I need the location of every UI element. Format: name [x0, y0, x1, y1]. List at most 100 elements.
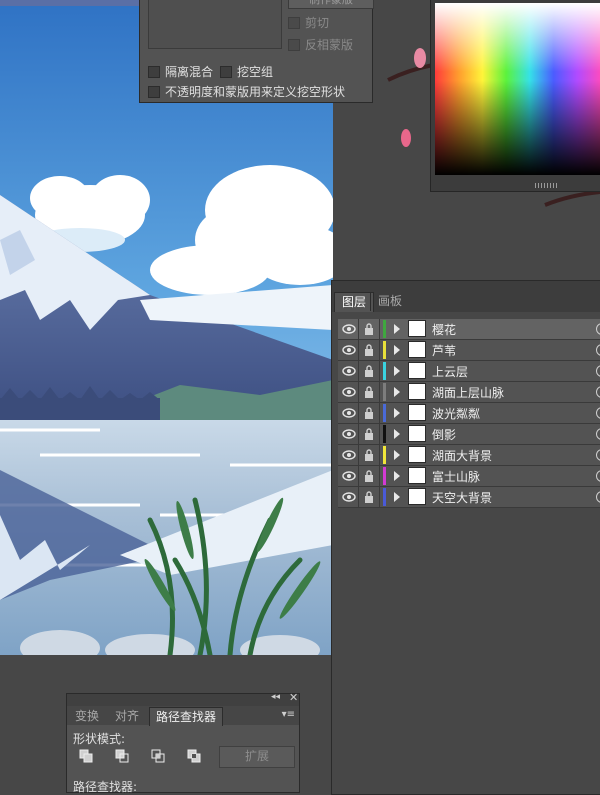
eye-icon[interactable]	[341, 384, 357, 400]
mask-thumbnail-area	[148, 0, 282, 49]
layer-row[interactable]: 湖面大背景	[338, 445, 600, 466]
layer-row[interactable]: 天空大背景	[338, 487, 600, 508]
layer-thumbnail	[408, 383, 426, 400]
layer-row[interactable]: 富士山脉	[338, 466, 600, 487]
clip-label: 剪切	[305, 16, 330, 30]
layer-name: 湖面上层山脉	[432, 386, 505, 400]
layer-thumbnail	[408, 320, 426, 337]
unite-icon[interactable]	[79, 749, 93, 763]
exclude-icon[interactable]	[187, 749, 201, 763]
target-icon[interactable]	[596, 491, 600, 503]
target-icon[interactable]	[596, 365, 600, 377]
lock-icon[interactable]	[362, 448, 376, 462]
expand-arrow-icon[interactable]	[394, 345, 400, 355]
target-icon[interactable]	[596, 344, 600, 356]
sakura-branch	[387, 48, 434, 147]
layer-row[interactable]: 湖面上层山脉	[338, 382, 600, 403]
layer-row[interactable]: 波光粼粼	[338, 403, 600, 424]
layer-thumbnail	[408, 446, 426, 463]
expand-arrow-icon[interactable]	[394, 471, 400, 481]
layer-color-swatch	[383, 467, 386, 485]
intersect-icon[interactable]	[151, 749, 165, 763]
panel-menu-icon[interactable]: ▾≡	[282, 709, 295, 720]
color-spectrum[interactable]	[435, 3, 600, 175]
target-icon[interactable]	[596, 470, 600, 482]
lock-icon[interactable]	[362, 427, 376, 441]
eye-icon[interactable]	[341, 405, 357, 421]
layer-name: 湖面大背景	[432, 449, 493, 463]
lock-icon[interactable]	[362, 385, 376, 399]
tab-pathfinder[interactable]: 路径查找器	[149, 707, 224, 726]
layer-color-swatch	[383, 488, 386, 506]
layer-row[interactable]: 樱花	[338, 319, 600, 340]
collapse-icon[interactable]: ◂◂	[271, 692, 280, 702]
layer-name: 波光粼粼	[432, 407, 481, 421]
expand-arrow-icon[interactable]	[394, 408, 400, 418]
lock-icon[interactable]	[362, 343, 376, 357]
eye-icon[interactable]	[341, 363, 357, 379]
resize-grip-icon[interactable]	[535, 183, 557, 188]
layer-row[interactable]: 倒影	[338, 424, 600, 445]
knockout-group-label: 挖空组	[237, 65, 274, 79]
layer-name: 倒影	[432, 428, 457, 442]
expand-arrow-icon[interactable]	[394, 492, 400, 502]
layer-color-swatch	[383, 446, 386, 464]
opacity-mask-knockout-checkbox[interactable]: 不透明度和蒙版用来定义挖空形状	[148, 83, 345, 100]
tab-transform[interactable]: 变换	[69, 707, 105, 725]
layer-color-swatch	[383, 425, 386, 443]
target-icon[interactable]	[596, 449, 600, 461]
expand-arrow-icon[interactable]	[394, 366, 400, 376]
expand-arrow-icon[interactable]	[394, 324, 400, 334]
layer-row[interactable]: 上云层	[338, 361, 600, 382]
target-icon[interactable]	[596, 323, 600, 335]
target-icon[interactable]	[596, 407, 600, 419]
lock-icon[interactable]	[362, 406, 376, 420]
expand-arrow-icon[interactable]	[394, 429, 400, 439]
layer-thumbnail	[408, 488, 426, 505]
lock-icon[interactable]	[362, 490, 376, 504]
layer-thumbnail	[408, 467, 426, 484]
tab-align[interactable]: 对齐	[109, 707, 145, 725]
lock-icon[interactable]	[362, 364, 376, 378]
layer-color-swatch	[383, 320, 386, 338]
target-icon[interactable]	[596, 386, 600, 398]
eye-icon[interactable]	[341, 321, 357, 337]
close-icon[interactable]: ✕	[289, 691, 298, 704]
layer-thumbnail	[408, 404, 426, 421]
panel-header[interactable]: ◂◂ ✕	[67, 691, 299, 706]
eye-icon[interactable]	[341, 426, 357, 442]
eye-icon[interactable]	[341, 468, 357, 484]
lock-icon[interactable]	[362, 322, 376, 336]
invert-mask-checkbox[interactable]: 反相蒙版	[288, 36, 353, 53]
layer-name: 天空大背景	[432, 491, 493, 505]
transparency-panel: 制作蒙版 剪切 反相蒙版 隔离混合 挖空组 不透明度和蒙版用来定义挖空形状	[139, 0, 374, 103]
tab-layers[interactable]: 图层	[334, 292, 375, 312]
isolate-blending-label: 隔离混合	[165, 65, 214, 79]
layer-thumbnail	[408, 362, 426, 379]
pathfinders-label: 路径查找器:	[73, 780, 138, 794]
layer-row[interactable]: 芦苇	[338, 340, 600, 361]
isolate-blending-checkbox[interactable]: 隔离混合	[148, 63, 213, 80]
expand-button[interactable]: 扩展	[219, 746, 295, 768]
layer-name: 上云层	[432, 365, 469, 379]
tab-artboards[interactable]: 画板	[370, 292, 409, 311]
lock-icon[interactable]	[362, 469, 376, 483]
minus-front-icon[interactable]	[115, 749, 129, 763]
layer-name: 富士山脉	[432, 470, 481, 484]
opacity-mask-knockout-label: 不透明度和蒙版用来定义挖空形状	[165, 85, 346, 99]
eye-icon[interactable]	[341, 447, 357, 463]
pathfinder-panel: ◂◂ ✕ 变换 对齐 路径查找器 ▾≡ 形状模式: 扩展 路径查找器:	[66, 691, 300, 794]
eye-icon[interactable]	[341, 342, 357, 358]
expand-arrow-icon[interactable]	[394, 450, 400, 460]
layer-thumbnail	[408, 341, 426, 358]
target-icon[interactable]	[596, 428, 600, 440]
layer-color-swatch	[383, 362, 386, 380]
eye-icon[interactable]	[341, 489, 357, 505]
knockout-group-checkbox[interactable]: 挖空组	[220, 63, 273, 80]
clip-checkbox[interactable]: 剪切	[288, 14, 329, 31]
layer-name: 芦苇	[432, 344, 457, 358]
expand-arrow-icon[interactable]	[394, 387, 400, 397]
make-mask-button[interactable]: 制作蒙版	[288, 0, 374, 9]
layers-panel: 图层 画板 樱花芦苇上云层湖面上层山脉 波光粼粼倒影湖面大背景富士山脉天空大背景	[331, 280, 600, 795]
layer-name: 樱花	[432, 323, 457, 337]
